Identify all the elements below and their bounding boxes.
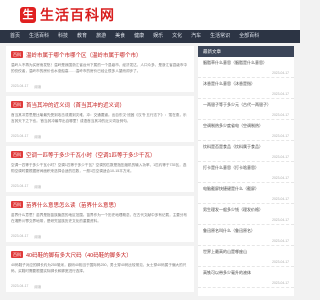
- sidebar-article-title[interactable]: 打卡是什么意思（打卡啥意思）: [203, 165, 289, 175]
- site-logo[interactable]: 生 生活百科网: [20, 5, 115, 25]
- article-title[interactable]: 空调一匹等于多少千瓦小时（空调1匹等于多少千瓦）: [26, 151, 156, 159]
- sidebar-article[interactable]: 饮料是否是食品（饮料属于食品） 2023-04-17: [198, 141, 294, 162]
- sidebar-article[interactable]: 打卡是什么意思（打卡啥意思） 2023-04-17: [198, 162, 294, 183]
- sidebar-article[interactable]: 高铁可以带多少毫升的液体 2023-04-17: [198, 267, 294, 288]
- sidebar-article-title[interactable]: 饮料是否是食品（饮料属于食品）: [203, 144, 289, 154]
- nav-item-home[interactable]: 首页: [10, 30, 20, 43]
- article-card[interactable]: 百科 40码鞋的脚有多大尺码（40码鞋的脚多大） 40码鞋子对应的脚长约为250…: [6, 246, 194, 292]
- sidebar-article-date: 2023-04-17: [272, 281, 289, 285]
- main-nav: 首页 生活百科 科技 教育 旅游 美食 健康 娱乐 文化 汽车 生活常识 全部百…: [0, 30, 300, 43]
- article-title[interactable]: 首当其冲的近义词（首当其冲的近义词）: [26, 101, 125, 109]
- sidebar-article-date: 2023-04-17: [272, 218, 289, 222]
- nav-item-culture[interactable]: 文化: [172, 30, 182, 43]
- sidebar-article[interactable]: 男生理发一般多少钱（理发价格） 2023-04-17: [198, 204, 294, 225]
- sidebar-article[interactable]: 世界上最高的山是哪座山 2023-04-17: [198, 246, 294, 267]
- nav-item-entertainment[interactable]: 娱乐: [153, 30, 163, 43]
- article-excerpt: 温岭人不再为买房而发愁！温岭是我国浙江省台州下属的一个县级市，经济发达，人口众多…: [11, 63, 188, 73]
- sidebar-article[interactable]: 胭脂草什么意思（胭脂是什么意思） 2023-04-17: [198, 57, 294, 78]
- category-badge[interactable]: 百科: [11, 201, 23, 208]
- logo-icon: 生: [20, 7, 36, 23]
- article-card[interactable]: 百科 温岭市属于哪个市哪个区（温岭市属于哪个市） 温岭人不再为买房而发愁！温岭是…: [6, 46, 194, 92]
- article-excerpt: 空调一匹等于多少千瓦小时？空调1匹等于多少千瓦？空调的匹数是指压缩机的输入功率，…: [11, 163, 187, 173]
- article-meta: 2023-04-17 阅读: [11, 234, 47, 239]
- article-card[interactable]: 百科 空调一匹等于多少千瓦小时（空调1匹等于多少千瓦） 空调一匹等于多少千瓦小时…: [6, 146, 194, 192]
- article-views: 阅读: [34, 235, 42, 239]
- sidebar-article-title[interactable]: 一两银子等于多少元（古代一两银子）: [203, 102, 289, 112]
- sidebar-article-date: 2023-04-17: [272, 155, 289, 159]
- nav-item-auto[interactable]: 汽车: [191, 30, 201, 43]
- nav-item-all[interactable]: 全部百科: [239, 30, 259, 43]
- sidebar-article-title[interactable]: 男生理发一般多少钱（理发价格）: [203, 207, 289, 217]
- sidebar: 最新文章 胭脂草什么意思（胭脂是什么意思） 2023-04-17 沐香是什么意思（…: [198, 46, 294, 296]
- article-views: 阅读: [34, 185, 42, 189]
- category-badge[interactable]: 百科: [11, 251, 23, 258]
- article-excerpt: 40码鞋子对应的脚长约为250毫米，欧码40相当于国际码250，男士穿40码比较…: [11, 263, 187, 273]
- nav-item-travel[interactable]: 旅游: [96, 30, 106, 43]
- site-header: 生 生活百科网: [0, 0, 300, 30]
- sidebar-article-title[interactable]: 空调制热多少度省电（空调制热）: [203, 123, 289, 133]
- sidebar-article[interactable]: 鲁迅原名叫什么（鲁迅原名） 2023-04-17: [198, 225, 294, 246]
- nav-item-common-sense[interactable]: 生活常识: [210, 30, 230, 43]
- article-card[interactable]: 百科 首当其冲的近义词（首当其冲的近义词） 首当其冲意思是比喻最先受到攻击或遭到…: [6, 96, 194, 142]
- sidebar-article-date: 2023-04-17: [272, 197, 289, 201]
- nav-item-tech[interactable]: 科技: [58, 30, 68, 43]
- article-excerpt: 苗界什么意思？苗界是指苗族聚居的地区范围。苗界作为一个历史地理概念，在古代文献中…: [11, 213, 188, 223]
- article-date: 2023-04-17: [11, 134, 29, 138]
- sidebar-article-date: 2023-04-17: [272, 71, 289, 75]
- article-meta: 2023-04-17 阅读: [11, 84, 47, 89]
- article-excerpt: 首当其冲意思是比喻最先受到攻击或遭到灾难，冲：交通要道。出自东汉·班固《汉书·五…: [11, 113, 187, 123]
- article-views: 阅读: [34, 85, 42, 89]
- sidebar-article-title[interactable]: 鲁迅原名叫什么（鲁迅原名）: [203, 228, 289, 238]
- article-meta: 2023-04-17 阅读: [11, 284, 47, 289]
- article-meta: 2023-04-17 阅读: [11, 184, 47, 189]
- article-date: 2023-04-17: [11, 184, 29, 188]
- sidebar-article[interactable]: 空调制热多少度省电（空调制热） 2023-04-17: [198, 120, 294, 141]
- category-badge[interactable]: 百科: [11, 101, 23, 108]
- category-badge[interactable]: 百科: [11, 151, 23, 158]
- article-list: 百科 温岭市属于哪个市哪个区（温岭市属于哪个市） 温岭人不再为买房而发愁！温岭是…: [6, 46, 194, 296]
- sidebar-article-title[interactable]: 高铁可以带多少毫升的液体: [203, 270, 289, 280]
- sidebar-article[interactable]: 沐香是什么意思（沐香是指） 2023-04-17: [198, 78, 294, 99]
- article-card[interactable]: 百科 苗界什么意思怎么读（苗界什么意思） 苗界什么意思？苗界是指苗族聚居的地区范…: [6, 196, 194, 242]
- article-views: 阅读: [34, 135, 42, 139]
- site-name: 生活百科网: [40, 7, 115, 23]
- logo-mark-glyph: 生: [22, 8, 34, 21]
- sidebar-article-date: 2023-04-17: [272, 92, 289, 96]
- sidebar-article-date: 2023-04-17: [272, 113, 289, 117]
- sidebar-article-title[interactable]: 胭脂草什么意思（胭脂是什么意思）: [203, 60, 289, 70]
- sidebar-article[interactable]: 一两银子等于多少元（古代一两银子） 2023-04-17: [198, 99, 294, 120]
- article-meta: 2023-04-17 阅读: [11, 134, 47, 139]
- article-date: 2023-04-17: [11, 234, 29, 238]
- sidebar-article-date: 2023-04-17: [272, 239, 289, 243]
- nav-item-food[interactable]: 美食: [115, 30, 125, 43]
- sidebar-article-title[interactable]: 沐香是什么意思（沐香是指）: [203, 81, 289, 91]
- sidebar-article[interactable]: 电脑截屏快捷键是什么（截屏） 2023-04-17: [198, 183, 294, 204]
- nav-item-life[interactable]: 生活百科: [29, 30, 49, 43]
- article-views: 阅读: [34, 285, 42, 289]
- sidebar-article-date: 2023-04-17: [272, 260, 289, 264]
- category-badge[interactable]: 百科: [11, 51, 23, 58]
- sidebar-article-title[interactable]: 电脑截屏快捷键是什么（截屏）: [203, 186, 289, 196]
- sidebar-article-title[interactable]: 世界上最高的山是哪座山: [203, 249, 289, 259]
- article-title[interactable]: 40码鞋的脚有多大尺码（40码鞋的脚多大）: [26, 251, 132, 259]
- article-title[interactable]: 苗界什么意思怎么读（苗界什么意思）: [26, 201, 120, 209]
- article-date: 2023-04-17: [11, 84, 29, 88]
- article-date: 2023-04-17: [11, 284, 29, 288]
- nav-item-education[interactable]: 教育: [77, 30, 87, 43]
- sidebar-article-date: 2023-04-17: [272, 134, 289, 138]
- article-title[interactable]: 温岭市属于哪个市哪个区（温岭市属于哪个市）: [26, 51, 142, 59]
- nav-item-health[interactable]: 健康: [134, 30, 144, 43]
- sidebar-article-date: 2023-04-17: [272, 176, 289, 180]
- sidebar-heading: 最新文章: [198, 46, 294, 57]
